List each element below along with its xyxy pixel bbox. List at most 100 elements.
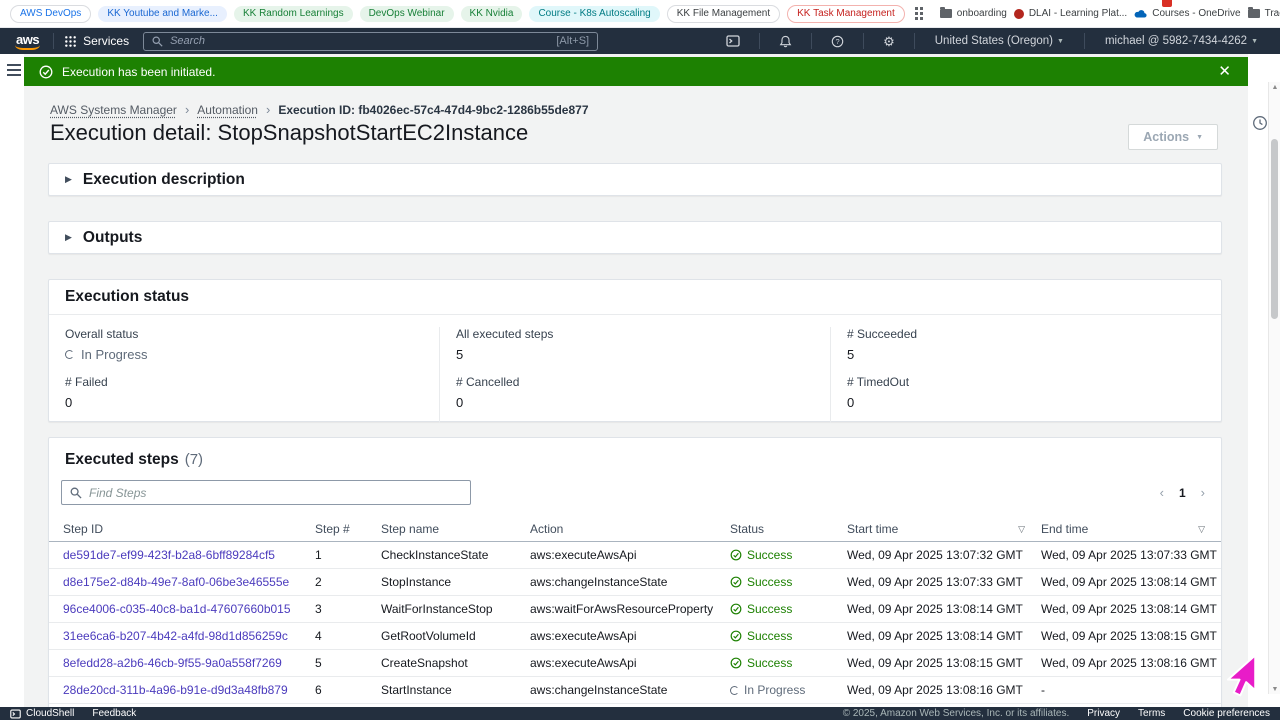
- breadcrumb-systems-manager[interactable]: AWS Systems Manager: [50, 103, 177, 117]
- status-badge: Success: [730, 602, 847, 616]
- status-badge: Success: [730, 629, 847, 643]
- banner-check-icon: [39, 65, 53, 78]
- expand-caret-icon: ▶: [65, 174, 72, 184]
- privacy-link[interactable]: Privacy: [1087, 708, 1120, 719]
- field-value: 0: [456, 395, 464, 410]
- step-id-link[interactable]: 31ee6ca6-b207-4b42-a4fd-98d1d856259c: [63, 629, 288, 643]
- prev-page-icon[interactable]: ‹: [1160, 485, 1164, 500]
- bookmark-courses-onedrive[interactable]: Courses - OneDrive: [1134, 8, 1241, 19]
- settings-gear-icon[interactable]: ⚙: [874, 35, 904, 48]
- bookmark-kk-file-management[interactable]: KK File Management: [666, 4, 781, 23]
- status-badge: Success: [730, 575, 847, 589]
- panel-title: Execution description: [82, 170, 245, 188]
- scroll-down-icon[interactable]: ▼: [1269, 686, 1280, 693]
- step-id-link[interactable]: de591de7-ef99-423f-b2a8-6bff89284cf5: [63, 548, 275, 562]
- step-name: CreateSnapshot: [381, 656, 468, 670]
- next-page-icon[interactable]: ›: [1201, 485, 1205, 500]
- step-number: 2: [315, 575, 322, 589]
- feedback-link[interactable]: Feedback: [92, 708, 136, 719]
- bookmark-tracking[interactable]: Tracking: [1247, 7, 1280, 19]
- step-action: aws:executeAwsApi: [530, 629, 637, 643]
- scrollbar[interactable]: ▲ ▼: [1268, 82, 1280, 694]
- scrollbar-thumb[interactable]: [1271, 139, 1278, 319]
- services-grid-icon: [65, 35, 76, 47]
- step-name: StartInstance: [381, 683, 452, 697]
- cloudshell-footer-button[interactable]: CloudShell: [10, 708, 74, 719]
- bookmark-aws-devops[interactable]: AWS DevOps: [10, 4, 92, 23]
- col-start-time[interactable]: Start time ▽: [847, 522, 1041, 536]
- breadcrumb-automation[interactable]: Automation: [197, 103, 258, 117]
- table-row: 8efedd28-a2b6-46cb-9f55-9a0a558f7269 5 Cre…: [49, 650, 1221, 677]
- menu-icon[interactable]: [7, 64, 21, 79]
- col-step-name: Step name: [381, 522, 440, 536]
- page-number[interactable]: 1: [1179, 486, 1186, 500]
- step-action: aws:changeInstanceState: [530, 575, 668, 589]
- step-action: aws:waitForAwsResourceProperty: [530, 602, 714, 616]
- step-id-link[interactable]: 96ce4006-c035-40c8-ba1d-47607660b015: [63, 602, 291, 616]
- step-action: aws:changeInstanceState: [530, 683, 668, 697]
- field-label: # Failed: [65, 375, 108, 389]
- help-icon[interactable]: ?: [822, 35, 853, 48]
- col-end-time[interactable]: End time ▽: [1041, 522, 1221, 536]
- actions-button[interactable]: Actions ▼: [1128, 124, 1218, 150]
- find-steps-input[interactable]: Find Steps: [61, 480, 471, 505]
- bookmark-kk-youtube[interactable]: KK Youtube and Marke...: [98, 5, 227, 22]
- execution-status-card: Execution status Overall status In Progr…: [48, 279, 1222, 423]
- banner-close-icon[interactable]: ✕: [1218, 64, 1233, 79]
- execution-description-panel[interactable]: ▶ Execution description: [48, 163, 1222, 196]
- scroll-up-icon[interactable]: ▲: [1269, 84, 1280, 91]
- bookmark-dlai[interactable]: DLAI - Learning Plat...: [1013, 8, 1127, 19]
- nav-right-cluster: ? ⚙ United States (Oregon) ▼ michael @ 59…: [717, 33, 1268, 49]
- status-badge: Success: [730, 656, 847, 670]
- global-search-input[interactable]: Search [Alt+S]: [143, 31, 599, 51]
- executed-steps-card: Executed steps (7) Find Steps ‹ 1 › Step…: [48, 437, 1222, 720]
- bookmark-kk-nvidia[interactable]: KK Nvidia: [460, 5, 523, 22]
- aws-swoosh: [15, 45, 41, 50]
- step-id-link[interactable]: 8efedd28-a2b6-46cb-9f55-9a0a558f7269: [63, 656, 282, 670]
- end-time: -: [1041, 683, 1045, 697]
- start-time: Wed, 09 Apr 2025 13:08:16 GMT: [847, 683, 1023, 697]
- terms-link[interactable]: Terms: [1138, 708, 1165, 719]
- step-id-link[interactable]: 28de20cd-311b-4a96-b91e-d9d3a48fb879: [63, 683, 288, 697]
- folder-icon: [939, 7, 952, 18]
- step-id-link[interactable]: d8e175e2-d84b-49e7-8af0-06be3e46555e: [63, 575, 289, 589]
- bookmark-course-k8s-autoscaling[interactable]: Course - K8s Autoscaling: [529, 5, 660, 22]
- page-title: Execution detail: StopSnapshotStartEC2In…: [50, 120, 529, 145]
- bookmark-kk-task-management[interactable]: KK Task Management: [787, 4, 905, 23]
- step-name: GetRootVolumeId: [381, 629, 476, 643]
- table-row: de591de7-ef99-423f-b2a8-6bff89284cf5 1 Che…: [49, 542, 1221, 569]
- start-time: Wed, 09 Apr 2025 13:08:14 GMT: [847, 602, 1023, 616]
- notifications-bell-icon[interactable]: [770, 35, 801, 48]
- bookmark-onboarding[interactable]: onboarding: [939, 7, 1007, 19]
- step-number: 3: [315, 602, 322, 616]
- outputs-panel[interactable]: ▶ Outputs: [48, 221, 1222, 254]
- step-name: CheckInstanceState: [381, 548, 489, 562]
- bookmark-kk-random-learnings[interactable]: KK Random Learnings: [233, 5, 353, 22]
- nav-divider: [1083, 33, 1085, 49]
- cloudshell-icon[interactable]: [717, 35, 749, 47]
- end-time: Wed, 09 Apr 2025 13:07:33 GMT: [1041, 548, 1217, 562]
- panel-title: Outputs: [82, 228, 143, 246]
- banner-message: Execution has been initiated.: [62, 64, 216, 79]
- col-step-id: Step ID: [63, 522, 104, 536]
- status-badge: Success: [730, 548, 847, 562]
- end-time: Wed, 09 Apr 2025 13:08:14 GMT: [1041, 575, 1217, 589]
- col-step-num: Step #: [315, 522, 350, 536]
- cookie-preferences-link[interactable]: Cookie preferences: [1183, 708, 1270, 719]
- nav-divider: [759, 33, 761, 49]
- timer-icon[interactable]: [1252, 115, 1268, 131]
- field-label: # Succeeded: [847, 327, 918, 341]
- account-menu[interactable]: michael @ 5982-7434-4262 ▼: [1095, 35, 1268, 47]
- nav-divider: [863, 33, 865, 49]
- chevron-down-icon: ▼: [1251, 37, 1258, 45]
- region-selector[interactable]: United States (Oregon) ▼: [925, 35, 1074, 47]
- col-status: Status: [730, 522, 765, 536]
- field-value: 0: [847, 395, 855, 410]
- aws-logo[interactable]: aws: [12, 32, 43, 50]
- bookmark-devops-webinar[interactable]: DevOps Webinar: [359, 5, 454, 22]
- nav-divider: [53, 33, 55, 49]
- end-time: Wed, 09 Apr 2025 13:08:16 GMT: [1041, 656, 1217, 670]
- apps-grid-icon[interactable]: [914, 7, 923, 20]
- field-value: 0: [65, 395, 73, 410]
- services-menu[interactable]: Services: [64, 34, 129, 48]
